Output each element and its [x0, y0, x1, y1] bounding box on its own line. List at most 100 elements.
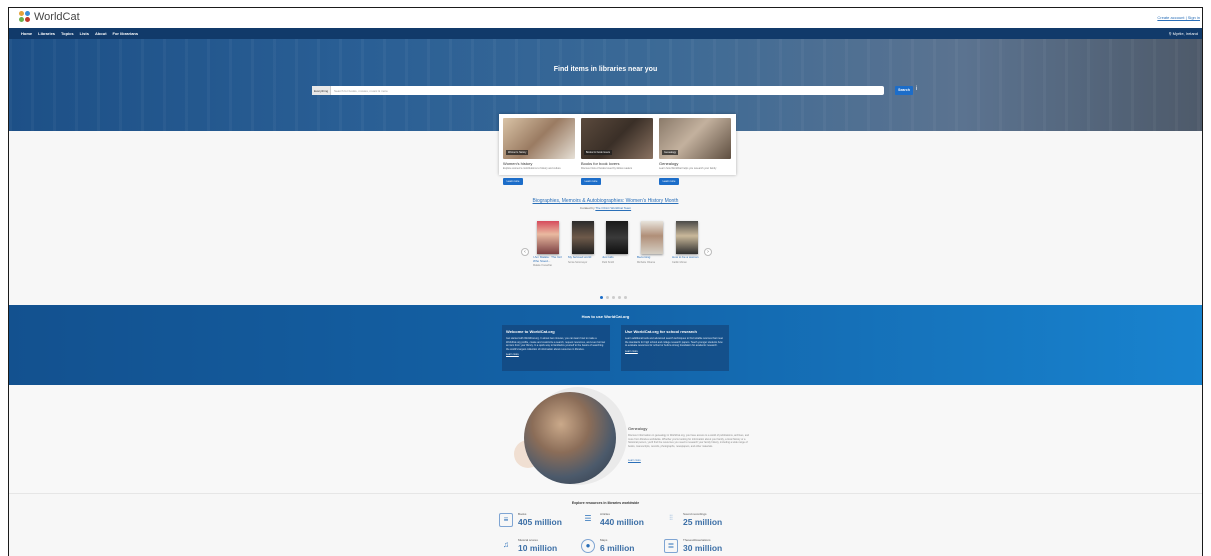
- location-label: Myrtle, Ireland: [1172, 31, 1198, 36]
- book-cover: [676, 221, 698, 254]
- carousel-prev-button[interactable]: ‹: [521, 248, 529, 256]
- book-title: Just kids: [602, 255, 614, 259]
- stat-sound-recordings[interactable]: ⫶⫶ Sound recordings 25 million: [664, 511, 742, 529]
- how-to-box-welcome: Welcome to WorldCat.org Get started with…: [502, 325, 610, 371]
- book-cover: [537, 221, 559, 254]
- nav-for-librarians[interactable]: For librarians: [113, 31, 139, 36]
- article-icon: ☰: [584, 514, 592, 523]
- carousel-next-button[interactable]: ›: [704, 248, 712, 256]
- book-icon: ≡: [499, 513, 513, 527]
- carousel-dot[interactable]: [606, 296, 609, 299]
- book-item[interactable]: Becoming Michelle Obama: [637, 221, 667, 264]
- card-learn-more-button[interactable]: Learn more: [503, 178, 523, 185]
- stat-value: 25 million: [683, 517, 723, 527]
- stat-value: 440 million: [600, 517, 644, 527]
- search-scope-select[interactable]: Everything: [312, 86, 331, 95]
- stat-value: 6 million: [600, 543, 635, 553]
- list-title[interactable]: Biographies, Memoirs & Autobiographies: …: [9, 198, 1202, 204]
- music-icon: ♫: [503, 540, 509, 549]
- card-image: Books for book lovers: [581, 118, 653, 159]
- book-item[interactable]: I Am Malala : The Girl Who Stood... Mala…: [533, 221, 563, 267]
- book-title: Becoming: [637, 255, 651, 259]
- book-cover: [606, 221, 628, 254]
- book-item[interactable]: Just kids Patti Smith: [602, 221, 632, 264]
- stat-label: Theses/dissertations: [683, 538, 711, 542]
- card-book-lovers[interactable]: Books for book lovers Books for book lov…: [581, 118, 653, 170]
- stat-books[interactable]: ≡ Books 405 million: [499, 511, 577, 529]
- search-scope-label: Everything: [314, 89, 329, 93]
- how-to-learn-more-link[interactable]: Learn more: [625, 350, 725, 353]
- book-item[interactable]: How to be a woman Caitlin Moran: [672, 221, 702, 264]
- carousel-pagination: [600, 296, 627, 299]
- card-learn-more-button[interactable]: Learn more: [659, 178, 679, 185]
- how-to-learn-more-link[interactable]: Learn more: [506, 353, 606, 356]
- list-curator: Curated by The OCLC WorldCat Team: [9, 206, 1202, 210]
- stat-label: Musical scores: [518, 538, 538, 542]
- account-links[interactable]: Create account | Sign in: [1157, 15, 1200, 20]
- card-image: Women's history: [503, 118, 575, 159]
- genealogy-feature: Genealogy Discover information on geneal…: [9, 385, 1202, 493]
- card-image: Genealogy: [659, 118, 731, 159]
- book-author: Caitlin Moran: [672, 260, 687, 264]
- how-to-section: How to use WorldCat.org Welcome to World…: [9, 305, 1202, 385]
- resource-stats: Explore resources in libraries worldwide…: [9, 493, 1202, 556]
- how-to-box-text: Learn additional tools and advanced sear…: [625, 337, 723, 347]
- location-selector[interactable]: ⚲ Myrtle, Ireland: [1169, 31, 1198, 36]
- book-author: Sonia Sotomayor: [568, 260, 588, 264]
- thesis-icon: ≣: [664, 539, 678, 553]
- card-womens-history[interactable]: Women's history Women's history Explore …: [503, 118, 575, 170]
- carousel-dot[interactable]: [624, 296, 627, 299]
- stat-value: 405 million: [518, 517, 562, 527]
- browser-viewport: WorldCat Create account | Sign in Home L…: [8, 7, 1203, 556]
- stat-label: Articles: [600, 512, 610, 516]
- search-input[interactable]: Search for books, movies, music & more: [334, 89, 388, 93]
- card-learn-more-button[interactable]: Learn more: [581, 178, 601, 185]
- stat-label: Books: [518, 512, 527, 516]
- top-bar: WorldCat Create account | Sign in: [9, 8, 1202, 28]
- stats-title: Explore resources in libraries worldwide: [571, 501, 640, 505]
- logo-text: WorldCat: [34, 11, 80, 23]
- book-title: I Am Malala : The Girl Who Stood...: [533, 255, 562, 263]
- stat-value: 30 million: [683, 543, 723, 553]
- card-title: Books for book lovers: [581, 161, 620, 166]
- nav-lists[interactable]: Lists: [80, 31, 89, 36]
- location-pin-icon: ⚲: [1168, 31, 1172, 36]
- card-desc: Learn how WorldCat helps you research yo…: [659, 167, 717, 170]
- feature-learn-more-link[interactable]: Learn more: [628, 459, 641, 462]
- curator-prefix: Curated by: [579, 206, 595, 210]
- book-item[interactable]: My beloved world Sonia Sotomayor: [568, 221, 598, 264]
- nav-about[interactable]: About: [95, 31, 107, 36]
- card-tag: Books for book lovers: [584, 150, 613, 155]
- stat-theses[interactable]: ≣ Theses/dissertations 30 million: [664, 537, 742, 555]
- card-title: Women's history: [503, 161, 533, 166]
- book-author: Michelle Obama: [637, 260, 656, 264]
- curator-link[interactable]: The OCLC WorldCat Team: [595, 206, 631, 210]
- map-icon: ●: [581, 539, 595, 553]
- stat-label: Maps: [600, 538, 608, 542]
- how-to-box-title: Welcome to WorldCat.org: [506, 329, 555, 334]
- nav-topics[interactable]: Topics: [61, 31, 74, 36]
- worldcat-logo[interactable]: WorldCat: [19, 11, 80, 23]
- feature-title: Genealogy: [628, 426, 648, 431]
- how-to-box-research: Use WorldCat.org for school research Lea…: [621, 325, 729, 371]
- nav-libraries[interactable]: Libraries: [38, 31, 55, 36]
- how-to-box-title: Use WorldCat.org for school research: [625, 329, 697, 334]
- hero-title: Find items in libraries near you: [553, 66, 658, 73]
- book-cover: [572, 221, 594, 254]
- info-icon[interactable]: i: [916, 86, 917, 92]
- stat-musical-scores[interactable]: ♫ Musical scores 10 million: [499, 537, 577, 555]
- carousel-dot[interactable]: [600, 296, 603, 299]
- search-button[interactable]: Search: [895, 86, 913, 95]
- book-title: My beloved world: [568, 255, 592, 259]
- book-title: How to be a woman: [672, 255, 699, 259]
- card-tag: Genealogy: [662, 150, 679, 155]
- carousel-dot[interactable]: [612, 296, 615, 299]
- card-genealogy[interactable]: Genealogy Genealogy Learn how WorldCat h…: [659, 118, 731, 170]
- carousel-dot[interactable]: [618, 296, 621, 299]
- stat-label: Sound recordings: [683, 512, 707, 516]
- stat-maps[interactable]: ● Maps 6 million: [581, 537, 659, 555]
- nav-home[interactable]: Home: [21, 31, 32, 36]
- how-to-title: How to use WorldCat.org: [581, 314, 630, 319]
- sound-icon: ⫶⫶: [669, 515, 673, 522]
- stat-articles[interactable]: ☰ Articles 440 million: [581, 511, 659, 529]
